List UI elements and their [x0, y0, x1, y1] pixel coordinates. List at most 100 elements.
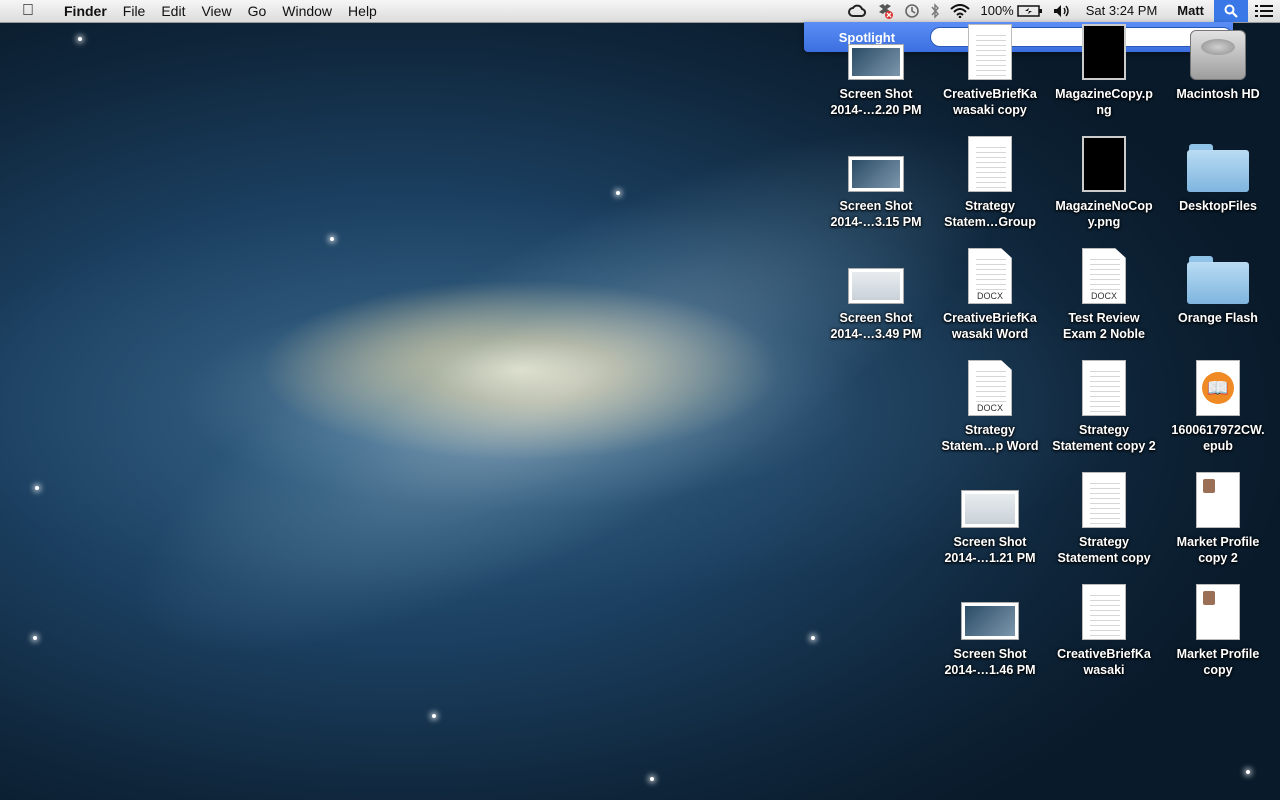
- desktop-icon-screenshot[interactable]: Screen Shot 2014-…1.21 PM: [934, 472, 1046, 566]
- docx-tag: DOCX: [969, 291, 1011, 301]
- icon-label: DesktopFiles: [1179, 199, 1257, 213]
- desktop-icon-screenshot[interactable]: Screen Shot 2014-…3.49 PM: [820, 248, 932, 342]
- folder-icon: [1162, 248, 1274, 304]
- menu-finder[interactable]: Finder: [56, 0, 115, 22]
- document-icon: [1048, 360, 1160, 416]
- menu-edit[interactable]: Edit: [153, 0, 193, 22]
- document-photo-icon: [1162, 472, 1274, 528]
- icon-label: CreativeBriefKa wasaki Word: [943, 311, 1037, 341]
- icon-label: Screen Shot 2014-…1.21 PM: [944, 535, 1036, 565]
- docx-icon: DOCX: [934, 360, 1046, 416]
- desktop-icon-drive[interactable]: Macintosh HD: [1162, 24, 1274, 102]
- document-icon: [934, 136, 1046, 192]
- docx-icon: DOCX: [1048, 248, 1160, 304]
- menu-go[interactable]: Go: [240, 0, 275, 22]
- star: [35, 486, 39, 490]
- status-area: 100% Sat 3:24 PM Matt: [843, 0, 1280, 22]
- icon-label: MagazineCopy.p ng: [1055, 87, 1153, 117]
- desktop-icon-screenshot[interactable]: Screen Shot 2014-…2.20 PM: [820, 24, 932, 118]
- bluetooth-icon[interactable]: [925, 3, 945, 19]
- notification-center-button[interactable]: [1248, 0, 1280, 22]
- hard-drive-icon: [1162, 24, 1274, 80]
- spotlight-button[interactable]: [1214, 0, 1248, 22]
- menu-file[interactable]: File: [115, 0, 154, 22]
- screenshot-thumbnail: [934, 584, 1046, 640]
- folder-icon: [1162, 136, 1274, 192]
- desktop-icon-folder[interactable]: Orange Flash: [1162, 248, 1274, 326]
- icon-label: 1600617972CW. epub: [1171, 423, 1265, 453]
- desktop-icon-screenshot[interactable]: Screen Shot 2014-…3.15 PM: [820, 136, 932, 230]
- desktop-icon-document[interactable]: Strategy Statement copy: [1048, 472, 1160, 566]
- menu-help[interactable]: Help: [340, 0, 385, 22]
- star: [78, 37, 82, 41]
- book-icon: 📖: [1202, 372, 1234, 404]
- icon-label: Screen Shot 2014-…3.15 PM: [830, 199, 922, 229]
- icon-label: Test Review Exam 2 Noble: [1063, 311, 1145, 341]
- list-icon: [1255, 5, 1273, 17]
- icon-label: Screen Shot 2014-…2.20 PM: [830, 87, 922, 117]
- icon-label: Strategy Statement copy 2: [1052, 423, 1156, 453]
- icon-label: Market Profile copy 2: [1176, 535, 1260, 565]
- desktop-icon-docx[interactable]: DOCX Strategy Statem…p Word: [934, 360, 1046, 454]
- document-icon: [1048, 472, 1160, 528]
- desktop-icon-screenshot[interactable]: Screen Shot 2014-…1.46 PM: [934, 584, 1046, 678]
- star: [330, 237, 334, 241]
- creative-cloud-icon[interactable]: [843, 4, 871, 18]
- screenshot-thumbnail: [934, 472, 1046, 528]
- desktop-icon-image[interactable]: MagazineCopy.p ng: [1048, 24, 1160, 118]
- menu-view[interactable]: View: [193, 0, 239, 22]
- icon-label: Orange Flash: [1178, 311, 1258, 325]
- battery-icon: [1016, 5, 1042, 17]
- desktop-icon-document[interactable]: CreativeBriefKa wasaki: [1048, 584, 1160, 678]
- image-icon: [1048, 24, 1160, 80]
- desktop-icon-profile[interactable]: Market Profile copy: [1162, 584, 1274, 678]
- wifi-icon[interactable]: [945, 4, 975, 18]
- desktop-icon-document[interactable]: CreativeBriefKa wasaki copy: [934, 24, 1046, 118]
- star: [616, 191, 620, 195]
- icon-label: Market Profile copy: [1176, 647, 1260, 677]
- docx-icon: DOCX: [934, 248, 1046, 304]
- icon-label: CreativeBriefKa wasaki: [1057, 647, 1151, 677]
- document-icon: [1048, 584, 1160, 640]
- icon-label: Macintosh HD: [1176, 87, 1260, 101]
- ebook-icon: 📖: [1162, 360, 1274, 416]
- star: [1246, 770, 1250, 774]
- apple-menu[interactable]: : [0, 2, 56, 20]
- image-icon: [1048, 136, 1160, 192]
- document-icon: [934, 24, 1046, 80]
- icon-label: Strategy Statement copy: [1057, 535, 1151, 565]
- clock[interactable]: Sat 3:24 PM: [1076, 0, 1168, 22]
- desktop-icon-epub[interactable]: 📖 1600617972CW. epub: [1162, 360, 1274, 454]
- desktop-icon-folder[interactable]: DesktopFiles: [1162, 136, 1274, 214]
- icon-label: Strategy Statem…p Word: [941, 423, 1039, 453]
- icon-label: CreativeBriefKa wasaki copy: [943, 87, 1037, 117]
- screenshot-thumbnail: [820, 136, 932, 192]
- docx-tag: DOCX: [969, 403, 1011, 413]
- menu-bar:  Finder File Edit View Go Window Help 1…: [0, 0, 1280, 23]
- document-photo-icon: [1162, 584, 1274, 640]
- screenshot-thumbnail: [820, 24, 932, 80]
- user-menu[interactable]: Matt: [1167, 0, 1214, 22]
- desktop-icon-docx[interactable]: DOCX CreativeBriefKa wasaki Word: [934, 248, 1046, 342]
- star: [432, 714, 436, 718]
- docx-tag: DOCX: [1083, 291, 1125, 301]
- dropbox-sync-icon[interactable]: [871, 3, 899, 19]
- star: [811, 636, 815, 640]
- desktop-icon-document[interactable]: Strategy Statement copy 2: [1048, 360, 1160, 454]
- magnifier-icon: [1224, 4, 1238, 18]
- battery-percent: 100%: [980, 3, 1014, 18]
- desktop-icon-docx[interactable]: DOCX Test Review Exam 2 Noble: [1048, 248, 1160, 342]
- icon-label: Screen Shot 2014-…1.46 PM: [944, 647, 1036, 677]
- desktop-icon-document[interactable]: Strategy Statem…Group: [934, 136, 1046, 230]
- desktop-icon-profile[interactable]: Market Profile copy 2: [1162, 472, 1274, 566]
- icon-label: Strategy Statem…Group: [944, 199, 1036, 229]
- volume-icon[interactable]: [1048, 4, 1076, 18]
- star: [650, 777, 654, 781]
- battery-status[interactable]: 100%: [975, 0, 1047, 22]
- desktop-icon-image[interactable]: MagazineNoCop y.png: [1048, 136, 1160, 230]
- apple-icon: : [22, 2, 34, 19]
- menu-window[interactable]: Window: [274, 0, 340, 22]
- icon-label: Screen Shot 2014-…3.49 PM: [830, 311, 922, 341]
- screenshot-thumbnail: [820, 248, 932, 304]
- time-machine-icon[interactable]: [899, 3, 925, 19]
